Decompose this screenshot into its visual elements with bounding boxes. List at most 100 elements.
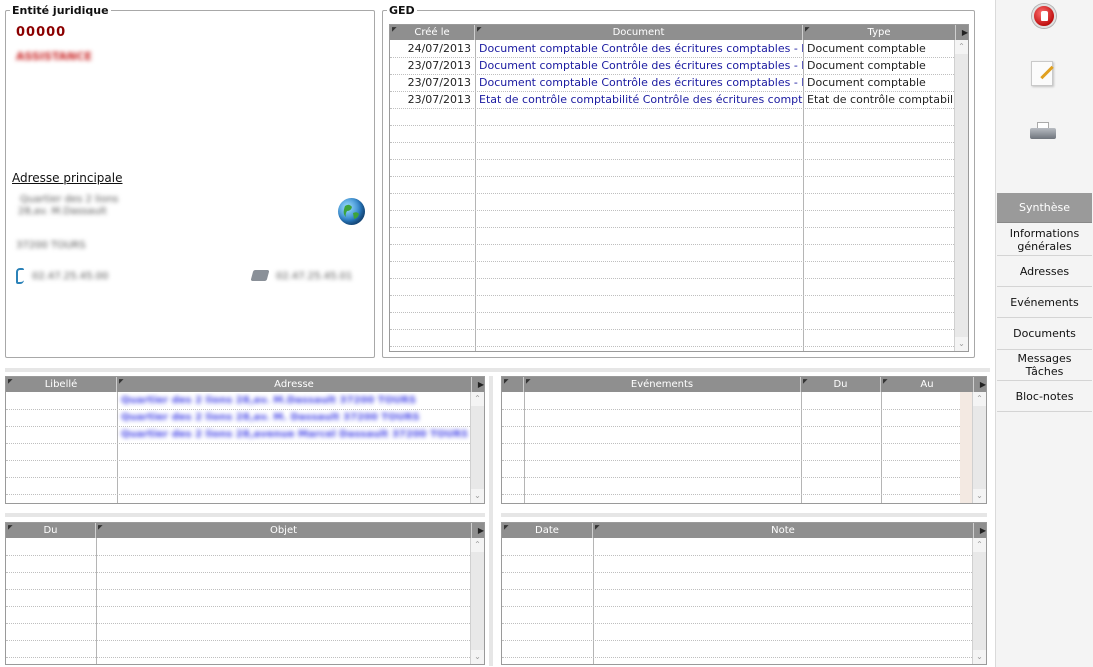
scroll-up-icon[interactable]: ⌃ (973, 392, 986, 406)
table-row[interactable] (390, 177, 954, 194)
sidebar-item-evenements[interactable]: Evénements (997, 287, 1092, 318)
document-link[interactable]: Document comptable Contrôle des écriture… (475, 75, 803, 91)
table-row[interactable] (390, 160, 954, 177)
document-link[interactable]: Document comptable Contrôle des écriture… (475, 58, 803, 74)
table-row[interactable]: Quartier des 2 lions 28,avenue Marcel Da… (6, 427, 470, 444)
notes-scrollbar[interactable]: ⌃ ⌄ (972, 538, 986, 664)
table-row[interactable] (390, 194, 954, 211)
sidebar-item-bloc-notes[interactable]: Bloc-notes (997, 381, 1092, 412)
address-label[interactable]: Adresse principale (12, 171, 122, 185)
scroll-down-icon[interactable]: ⌄ (973, 489, 986, 503)
scroll-right-icon[interactable]: ▶ (962, 25, 968, 40)
table-row[interactable] (390, 279, 954, 296)
address-link[interactable]: Quartier des 2 lions 28,av. M.Dassault 3… (117, 393, 467, 409)
table-row[interactable] (502, 590, 972, 607)
table-row[interactable] (502, 556, 972, 573)
table-row[interactable] (502, 607, 972, 624)
scroll-up-icon[interactable]: ⌃ (955, 40, 968, 54)
table-row[interactable] (390, 245, 954, 262)
table-row[interactable]: 24/07/2013 Document comptable Contrôle de… (390, 41, 954, 58)
sidebar-item-synthese[interactable]: Synthèse (997, 193, 1092, 223)
right-splitter[interactable] (501, 513, 987, 517)
table-row[interactable] (502, 410, 960, 427)
scroll-right-icon[interactable]: ▶ (980, 377, 986, 392)
sidebar-item-documents[interactable]: Documents (997, 318, 1092, 350)
document-link[interactable]: Document comptable Contrôle des écriture… (475, 41, 803, 57)
messages-col-subject[interactable]: Objet (96, 523, 472, 538)
sidebar-item-adresses[interactable]: Adresses (997, 256, 1092, 287)
table-row[interactable] (502, 539, 972, 556)
stop-icon[interactable] (1032, 4, 1056, 28)
table-row[interactable] (6, 461, 470, 478)
scroll-down-icon[interactable]: ⌄ (471, 489, 484, 503)
ged-scrollbar[interactable]: ⌃ ⌄ (954, 40, 968, 351)
table-row[interactable] (390, 143, 954, 160)
table-row[interactable] (390, 296, 954, 313)
table-row[interactable] (6, 607, 470, 624)
ged-col-created[interactable]: Créé le (390, 25, 475, 40)
table-row[interactable] (502, 573, 972, 590)
scroll-up-icon[interactable]: ⌃ (471, 538, 484, 552)
address-link[interactable]: Quartier des 2 lions 28,av. M. Dassault … (117, 410, 467, 426)
vertical-splitter[interactable] (489, 376, 493, 666)
table-row[interactable] (502, 444, 960, 461)
printer-icon[interactable] (1030, 122, 1056, 140)
scroll-down-icon[interactable]: ⌄ (471, 650, 484, 664)
table-row[interactable] (390, 211, 954, 228)
table-row[interactable] (6, 641, 470, 658)
address-link[interactable]: Quartier des 2 lions 28,avenue Marcel Da… (117, 427, 467, 443)
table-row[interactable] (502, 478, 960, 495)
events-scrollbar[interactable]: ⌃ ⌄ (972, 392, 986, 503)
ged-col-document[interactable]: Document (475, 25, 803, 40)
scroll-right-icon[interactable]: ▶ (478, 523, 484, 538)
messages-scrollbar[interactable]: ⌃ ⌄ (470, 538, 484, 664)
notes-col-note[interactable]: Note (593, 523, 974, 538)
table-row[interactable] (502, 427, 960, 444)
table-row[interactable] (390, 109, 954, 126)
table-row[interactable]: 23/07/2013 Document comptable Contrôle de… (390, 75, 954, 92)
scroll-down-icon[interactable]: ⌄ (955, 337, 968, 351)
addresses-col-address[interactable]: Adresse (117, 377, 472, 392)
table-row[interactable] (6, 556, 470, 573)
table-row[interactable]: Quartier des 2 lions 28,av. M. Dassault … (6, 410, 470, 427)
document-link[interactable]: Etat de contrôle comptabilité Contrôle d… (475, 92, 803, 108)
ged-col-type[interactable]: Type (803, 25, 956, 40)
table-row[interactable] (502, 641, 972, 658)
horizontal-splitter[interactable] (5, 368, 990, 372)
table-row[interactable] (502, 393, 960, 410)
scroll-up-icon[interactable]: ⌃ (973, 538, 986, 552)
table-row[interactable] (6, 624, 470, 641)
table-row[interactable] (390, 228, 954, 245)
edit-icon[interactable] (1031, 61, 1054, 86)
table-row[interactable]: 23/07/2013 Etat de contrôle comptabilité … (390, 92, 954, 109)
events-col-name[interactable]: Evénements (524, 377, 801, 392)
left-splitter[interactable] (5, 513, 485, 517)
table-row[interactable]: 23/07/2013 Document comptable Contrôle de… (390, 58, 954, 75)
scroll-right-icon[interactable]: ▶ (980, 523, 986, 538)
addresses-col-label[interactable]: Libellé (6, 377, 117, 392)
scroll-right-icon[interactable]: ▶ (478, 377, 484, 392)
globe-icon[interactable] (338, 198, 365, 225)
table-row[interactable] (6, 444, 470, 461)
table-row[interactable] (502, 461, 960, 478)
sidebar-item-messages-taches[interactable]: Messages Tâches (997, 350, 1092, 381)
table-row[interactable] (390, 330, 954, 347)
scroll-up-icon[interactable]: ⌃ (471, 392, 484, 406)
addresses-scrollbar[interactable]: ⌃ ⌄ (470, 392, 484, 503)
table-row[interactable] (502, 624, 972, 641)
events-col-to[interactable]: Au (881, 377, 974, 392)
table-row[interactable]: Quartier des 2 lions 28,av. M.Dassault 3… (6, 393, 470, 410)
table-row[interactable] (6, 478, 470, 495)
table-row[interactable] (6, 539, 470, 556)
table-row[interactable] (6, 590, 470, 607)
events-col-from[interactable]: Du (801, 377, 881, 392)
table-row[interactable] (6, 573, 470, 590)
scroll-down-icon[interactable]: ⌄ (973, 650, 986, 664)
table-row[interactable] (390, 313, 954, 330)
messages-col-from[interactable]: Du (6, 523, 96, 538)
table-row[interactable] (390, 126, 954, 143)
events-side-strip (960, 392, 972, 503)
notes-col-date[interactable]: Date (502, 523, 593, 538)
table-row[interactable] (390, 262, 954, 279)
sidebar-item-informations-generales[interactable]: Informations générales (997, 225, 1092, 256)
